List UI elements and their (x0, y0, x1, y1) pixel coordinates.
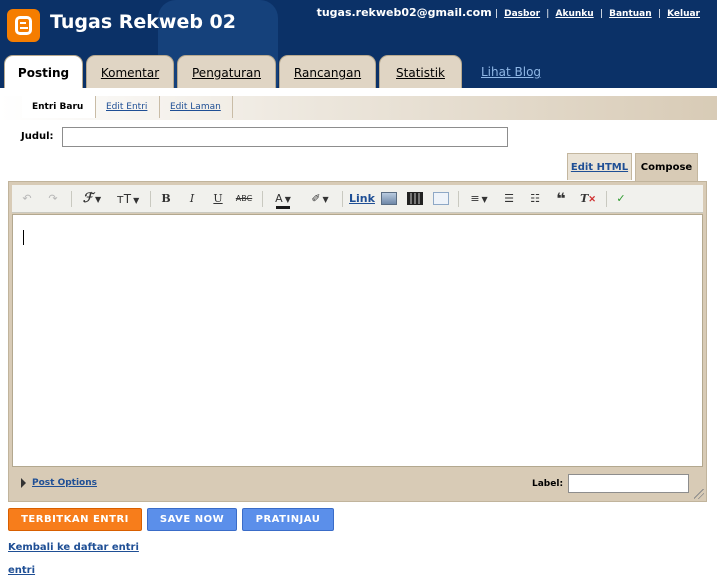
toolbar-separator (71, 191, 72, 207)
tab-komentar[interactable]: Komentar (86, 55, 174, 88)
publish-button[interactable]: TERBITKAN ENTRI (8, 508, 142, 531)
expand-arrow-icon (21, 478, 26, 488)
title-label: Judul: (21, 131, 54, 142)
view-blog-link[interactable]: Lihat Blog (481, 65, 541, 79)
underline-icon[interactable]: U (209, 190, 227, 208)
blogger-logo-icon[interactable] (7, 9, 40, 42)
font-icon[interactable]: ℱ ▼ (76, 190, 108, 208)
account-bar: tugas.rekweb02@gmail.com | Dasbor | Akun… (317, 6, 703, 19)
tab-pengaturan[interactable]: Pengaturan (177, 55, 276, 88)
post-options-toggle[interactable]: Post Options (21, 478, 97, 489)
separator: | (599, 9, 603, 19)
remove-format-icon[interactable]: T✕ (578, 190, 598, 208)
numbered-list-icon[interactable]: ☰ (500, 190, 518, 208)
highlight-icon[interactable]: ✐ ▼ (304, 190, 336, 208)
blockquote-icon[interactable]: ❝ (552, 190, 570, 208)
back-to-posts-link[interactable]: Kembali ke daftar entri (8, 542, 139, 553)
image-icon[interactable] (381, 192, 397, 205)
toolbar-separator (458, 191, 459, 207)
subtab-edit-laman[interactable]: Edit Laman (160, 96, 233, 118)
label-input[interactable] (568, 474, 689, 493)
separator: | (657, 9, 661, 19)
toolbar-separator (262, 191, 263, 207)
undo-icon[interactable]: ↶ (18, 190, 36, 208)
editor-toolbar: ↶ ↷ ℱ ▼ тT ▼ B I U ABC A ▼ ✐ ▼ Link ≡ ▼ ☰ ☷ ❝… (12, 185, 703, 213)
separator: | (546, 9, 550, 19)
video-icon[interactable] (407, 192, 423, 205)
link-keluar[interactable]: Keluar (667, 9, 700, 19)
link-button[interactable]: Link (347, 190, 377, 208)
toolbar-separator (606, 191, 607, 207)
strikethrough-icon[interactable]: ABC (234, 190, 254, 208)
post-body-editor[interactable] (12, 214, 703, 467)
bold-icon[interactable]: B (157, 190, 175, 208)
toolbar-separator (342, 191, 343, 207)
tab-compose[interactable]: Compose (635, 153, 698, 182)
title-input[interactable] (62, 127, 508, 147)
preview-button[interactable]: PRATINJAU (242, 508, 334, 531)
main-tabs: Posting Komentar Pengaturan Rancangan St… (0, 55, 717, 88)
redo-icon[interactable]: ↷ (44, 190, 62, 208)
editor-frame: ↶ ↷ ℱ ▼ тT ▼ B I U ABC A ▼ ✐ ▼ Link ≡ ▼ ☰ ☷ ❝… (8, 181, 707, 502)
spellcheck-icon[interactable]: ✓ (612, 190, 630, 208)
resize-grip-icon[interactable] (694, 489, 704, 499)
text-cursor (23, 230, 24, 245)
tab-posting[interactable]: Posting (4, 55, 83, 88)
tab-edit-html[interactable]: Edit HTML (567, 153, 632, 180)
text-color-icon[interactable]: A ▼ (267, 190, 299, 209)
link-bantuan[interactable]: Bantuan (609, 9, 652, 19)
header-bar: Tugas Rekweb 02 tugas.rekweb02@gmail.com… (0, 0, 717, 88)
bullet-list-icon[interactable]: ☷ (526, 190, 544, 208)
tab-statistik[interactable]: Statistik (379, 55, 462, 88)
link-akunku[interactable]: Akunku (556, 9, 594, 19)
toolbar-separator (150, 191, 151, 207)
align-icon[interactable]: ≡ ▼ (464, 190, 494, 208)
blog-title: Tugas Rekweb 02 (50, 11, 236, 33)
save-now-button[interactable]: SAVE NOW (147, 508, 237, 531)
entri-link[interactable]: entri (8, 565, 35, 576)
subtab-bar: Entri Baru Edit Entri Edit Laman (0, 96, 717, 120)
italic-icon[interactable]: I (183, 190, 201, 208)
jump-break-icon[interactable] (433, 192, 449, 205)
post-options-label[interactable]: Post Options (32, 478, 97, 488)
label-label: Label: (532, 479, 564, 489)
user-email: tugas.rekweb02@gmail.com (316, 6, 492, 19)
separator: | (494, 9, 498, 19)
link-dasbor[interactable]: Dasbor (504, 9, 540, 19)
subtab-entri-baru[interactable]: Entri Baru (22, 96, 96, 118)
subtab-edit-entri[interactable]: Edit Entri (96, 96, 160, 118)
tab-rancangan[interactable]: Rancangan (279, 55, 376, 88)
font-size-icon[interactable]: тT ▼ (111, 190, 145, 208)
